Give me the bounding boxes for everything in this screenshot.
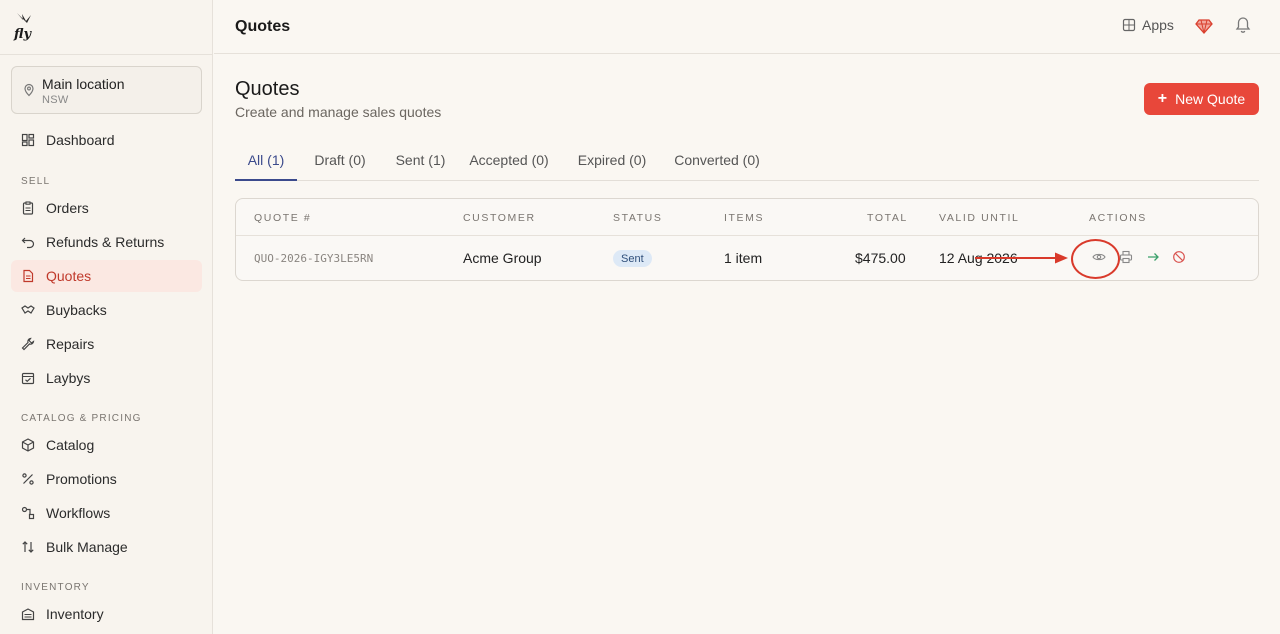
status-badge: Sent: [613, 250, 652, 267]
sidebar-item-workflows[interactable]: Workflows: [11, 497, 202, 529]
sidebar-item-label: Laybys: [46, 370, 91, 386]
tab-expired[interactable]: Expired (0): [575, 140, 649, 180]
page-subtitle: Create and manage sales quotes: [235, 104, 442, 120]
sidebar-item-label: Repairs: [46, 336, 95, 352]
gem-icon[interactable]: [1195, 17, 1213, 35]
sidebar-item-refunds-returns[interactable]: Refunds & Returns: [11, 226, 202, 258]
sort-arrows-icon: [22, 541, 34, 553]
divider: [236, 235, 1258, 236]
sidebar-item-buybacks[interactable]: Buybacks: [11, 294, 202, 326]
sidebar-item-bulk-manage[interactable]: Bulk Manage: [11, 531, 202, 563]
sidebar-item-label: Inventory: [46, 606, 104, 622]
tab-draft[interactable]: Draft (0): [303, 140, 377, 180]
page-title: Quotes: [235, 78, 300, 100]
sidebar-item-quotes[interactable]: Quotes: [11, 260, 202, 292]
sidebar-item-repairs[interactable]: Repairs: [11, 328, 202, 360]
sidebar-item-label: Catalog: [46, 437, 95, 453]
column-header-total[interactable]: TOTAL: [867, 212, 908, 224]
location-selector[interactable]: Main location NSW: [11, 66, 202, 114]
grid-icon: [1122, 18, 1136, 32]
column-header-items[interactable]: ITEMS: [724, 212, 764, 224]
sidebar-item-label: Quotes: [46, 268, 92, 284]
column-header-quote-number[interactable]: QUOTE #: [254, 212, 311, 224]
sidebar-item-label: Promotions: [46, 471, 117, 487]
sidebar-item-laybys[interactable]: Laybys: [11, 362, 202, 394]
dashboard-icon: [21, 133, 35, 147]
topbar-title: Quotes: [235, 18, 291, 35]
new-quote-label: New Quote: [1175, 91, 1246, 107]
customer-name: Acme Group: [463, 250, 542, 266]
convert-arrow-icon[interactable]: [1146, 250, 1160, 264]
return-icon: [21, 237, 35, 249]
print-icon[interactable]: [1119, 250, 1133, 264]
tab-accepted[interactable]: Accepted (0): [465, 140, 553, 180]
bell-icon[interactable]: [1235, 16, 1251, 34]
apps-button[interactable]: Apps: [1122, 17, 1174, 33]
column-header-actions: ACTIONS: [1089, 212, 1147, 224]
column-header-customer[interactable]: CUSTOMER: [463, 212, 536, 224]
box-icon: [21, 438, 35, 452]
sidebar-item-label: Workflows: [46, 505, 111, 521]
column-header-status[interactable]: STATUS: [613, 212, 662, 224]
top-bar: Quotes Apps: [214, 0, 1280, 54]
fly-logo-icon[interactable]: fly: [13, 11, 37, 41]
sidebar-item-label: Orders: [46, 200, 89, 216]
items-count: 1 item: [724, 250, 763, 266]
sidebar-item-catalog[interactable]: Catalog: [11, 429, 202, 461]
plus-icon: +: [1157, 90, 1168, 107]
annotation-circle: [1071, 239, 1120, 279]
location-region: NSW: [42, 94, 69, 106]
percent-icon: [22, 473, 34, 485]
clipboard-icon: [22, 201, 34, 215]
sidebar-item-label: Dashboard: [46, 132, 115, 148]
warehouse-icon: [21, 608, 35, 621]
sidebar: fly Main location NSW Dashboard SELL Ord…: [0, 0, 213, 634]
tab-converted[interactable]: Converted (0): [671, 140, 763, 180]
sidebar-item-label: Refunds & Returns: [46, 234, 165, 250]
cancel-ban-icon[interactable]: [1172, 250, 1186, 264]
sidebar-item-orders[interactable]: Orders: [11, 192, 202, 224]
annotation-arrow: [975, 252, 1068, 264]
new-quote-button[interactable]: + New Quote: [1144, 83, 1259, 115]
tab-sent[interactable]: Sent (1): [388, 140, 453, 180]
svg-text:fly: fly: [13, 27, 32, 41]
location-name: Main location: [42, 76, 125, 92]
sidebar-item-label: Bulk Manage: [46, 539, 128, 555]
map-pin-icon: [24, 83, 34, 97]
sidebar-item-dashboard[interactable]: Dashboard: [11, 124, 202, 156]
tab-all[interactable]: All (1): [235, 140, 297, 181]
calendar-check-icon: [21, 372, 35, 385]
handshake-icon: [21, 305, 35, 314]
column-header-valid-until[interactable]: VALID UNTIL: [939, 212, 1019, 224]
quote-number[interactable]: QUO-2026-IGY3LE5RN: [254, 252, 373, 265]
apps-label: Apps: [1142, 17, 1174, 33]
workflow-icon: [21, 506, 35, 520]
section-label-sell: SELL: [21, 176, 51, 187]
sidebar-item-label: Buybacks: [46, 302, 107, 318]
divider: [0, 54, 213, 55]
sidebar-item-inventory[interactable]: Inventory: [11, 598, 202, 630]
section-label-catalog: CATALOG & PRICING: [21, 413, 142, 424]
status-tabs: All (1) Draft (0) Sent (1) Accepted (0) …: [235, 140, 1259, 181]
sidebar-item-promotions[interactable]: Promotions: [11, 463, 202, 495]
total-amount: $475.00: [855, 250, 906, 266]
section-label-inventory: INVENTORY: [21, 582, 90, 593]
document-icon: [23, 269, 34, 283]
wrench-icon: [21, 337, 35, 351]
